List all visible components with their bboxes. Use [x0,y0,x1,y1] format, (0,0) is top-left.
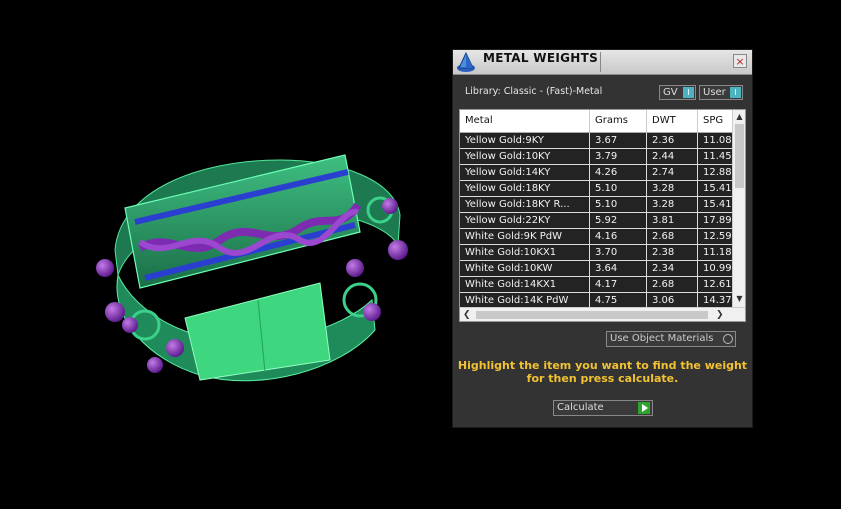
table-header: Metal Grams DWT SPG [460,110,738,133]
horizontal-scrollbar[interactable]: ❮ ❯ [460,307,745,321]
cell-metal: Yellow Gold:9KY [460,133,590,149]
column-header-dwt[interactable]: DWT [647,110,698,132]
table-row[interactable]: White Gold:9K PdW 4.16 2.68 12.59 [460,229,732,245]
cell-dwt: 2.36 [647,133,698,149]
table-row[interactable]: Yellow Gold:22KY 5.92 3.81 17.89 [460,213,732,229]
cell-grams: 3.70 [590,245,647,261]
calculate-label: Calculate [557,402,604,413]
cell-metal: Yellow Gold:10KY [460,149,590,165]
scroll-right-arrow-icon[interactable]: ❯ [716,308,728,321]
vertical-scrollbar[interactable]: ▲ ▼ [732,110,745,307]
cell-spg: 11.45 [698,149,732,165]
cell-dwt: 2.44 [647,149,698,165]
horizontal-scroll-thumb[interactable] [476,311,708,319]
cell-grams: 3.64 [590,261,647,277]
cell-spg: 17.89 [698,213,732,229]
cell-spg: 15.41 [698,197,732,213]
cell-metal: Yellow Gold:14KY [460,165,590,181]
cell-dwt: 3.06 [647,293,698,307]
cell-dwt: 3.28 [647,181,698,197]
cell-dwt: 3.81 [647,213,698,229]
user-toggle-label: User [703,87,726,98]
cell-spg: 15.41 [698,181,732,197]
cell-spg: 12.59 [698,229,732,245]
metal-table: Metal Grams DWT SPG Yellow Gold:9KY 3.67 2… [459,109,746,322]
close-button[interactable]: × [733,54,747,68]
vertical-scroll-thumb[interactable] [735,124,744,188]
scroll-left-arrow-icon[interactable]: ❮ [463,308,475,321]
table-row[interactable]: White Gold:10KX1 3.70 2.38 11.18 [460,245,732,261]
use-object-materials-label: Use Object Materials [610,333,714,344]
table-row[interactable]: White Gold:10KW 3.64 2.34 10.99 [460,261,732,277]
table-row[interactable]: Yellow Gold:18KY 5.10 3.28 15.41 [460,181,732,197]
cell-metal: White Gold:9K PdW [460,229,590,245]
cell-grams: 4.26 [590,165,647,181]
cell-spg: 11.08 [698,133,732,149]
app-logo-icon [457,51,475,72]
radio-icon[interactable] [723,334,733,344]
cell-metal: Yellow Gold:22KY [460,213,590,229]
scroll-down-arrow-icon[interactable]: ▼ [733,294,745,304]
table-row[interactable]: White Gold:14KX1 4.17 2.68 12.61 [460,277,732,293]
table-body: Yellow Gold:9KY 3.67 2.36 11.08 Yellow Gold:… [460,133,732,307]
cell-grams: 5.10 [590,197,647,213]
3d-viewport[interactable] [0,0,452,505]
table-row[interactable]: Yellow Gold:9KY 3.67 2.36 11.08 [460,133,732,149]
cell-spg: 12.88 [698,165,732,181]
cell-grams: 4.75 [590,293,647,307]
cell-dwt: 2.68 [647,229,698,245]
cell-dwt: 2.74 [647,165,698,181]
gv-toggle-label: GV [663,87,678,98]
cell-spg: 14.37 [698,293,732,307]
user-toggle-indicator-icon: I [730,87,741,98]
column-header-grams[interactable]: Grams [590,110,647,132]
scroll-up-arrow-icon[interactable]: ▲ [733,112,745,122]
gv-toggle[interactable]: GV I [659,85,696,100]
gv-toggle-indicator-icon: I [683,87,694,98]
cell-grams: 3.67 [590,133,647,149]
calculate-button[interactable]: Calculate [553,400,653,416]
table-row[interactable]: Yellow Gold:14KY 4.26 2.74 12.88 [460,165,732,181]
cell-grams: 4.17 [590,277,647,293]
table-row[interactable]: White Gold:14K PdW 4.75 3.06 14.37 [460,293,732,307]
cell-spg: 12.61 [698,277,732,293]
instructions-text: Highlight the item you want to find the … [457,359,748,385]
panel-title: METAL WEIGHTS [483,51,599,65]
cell-dwt: 2.38 [647,245,698,261]
cell-spg: 10.99 [698,261,732,277]
use-object-materials-option[interactable]: Use Object Materials [606,331,736,347]
cell-dwt: 2.34 [647,261,698,277]
cell-metal: White Gold:14KX1 [460,277,590,293]
cell-metal: Yellow Gold:18KY [460,181,590,197]
panel-titlebar[interactable]: METAL WEIGHTS × [453,50,752,75]
cell-metal: Yellow Gold:18KY R... [460,197,590,213]
library-label: Library: Classic - (Fast)-Metal [465,86,603,97]
cell-metal: White Gold:10KX1 [460,245,590,261]
cell-grams: 5.92 [590,213,647,229]
column-header-metal[interactable]: Metal [460,110,590,132]
cell-metal: White Gold:14K PdW [460,293,590,307]
cell-dwt: 2.68 [647,277,698,293]
play-icon [638,402,650,414]
cell-grams: 3.79 [590,149,647,165]
cell-dwt: 3.28 [647,197,698,213]
table-row[interactable]: Yellow Gold:10KY 3.79 2.44 11.45 [460,149,732,165]
cell-metal: White Gold:10KW [460,261,590,277]
cell-grams: 4.16 [590,229,647,245]
metal-weights-panel: METAL WEIGHTS × Library: Classic - (Fast… [452,49,753,428]
ring-model [96,154,408,382]
cell-spg: 11.18 [698,245,732,261]
table-row[interactable]: Yellow Gold:18KY R... 5.10 3.28 15.41 [460,197,732,213]
cell-grams: 5.10 [590,181,647,197]
title-divider [600,52,601,72]
user-toggle[interactable]: User I [699,85,743,100]
